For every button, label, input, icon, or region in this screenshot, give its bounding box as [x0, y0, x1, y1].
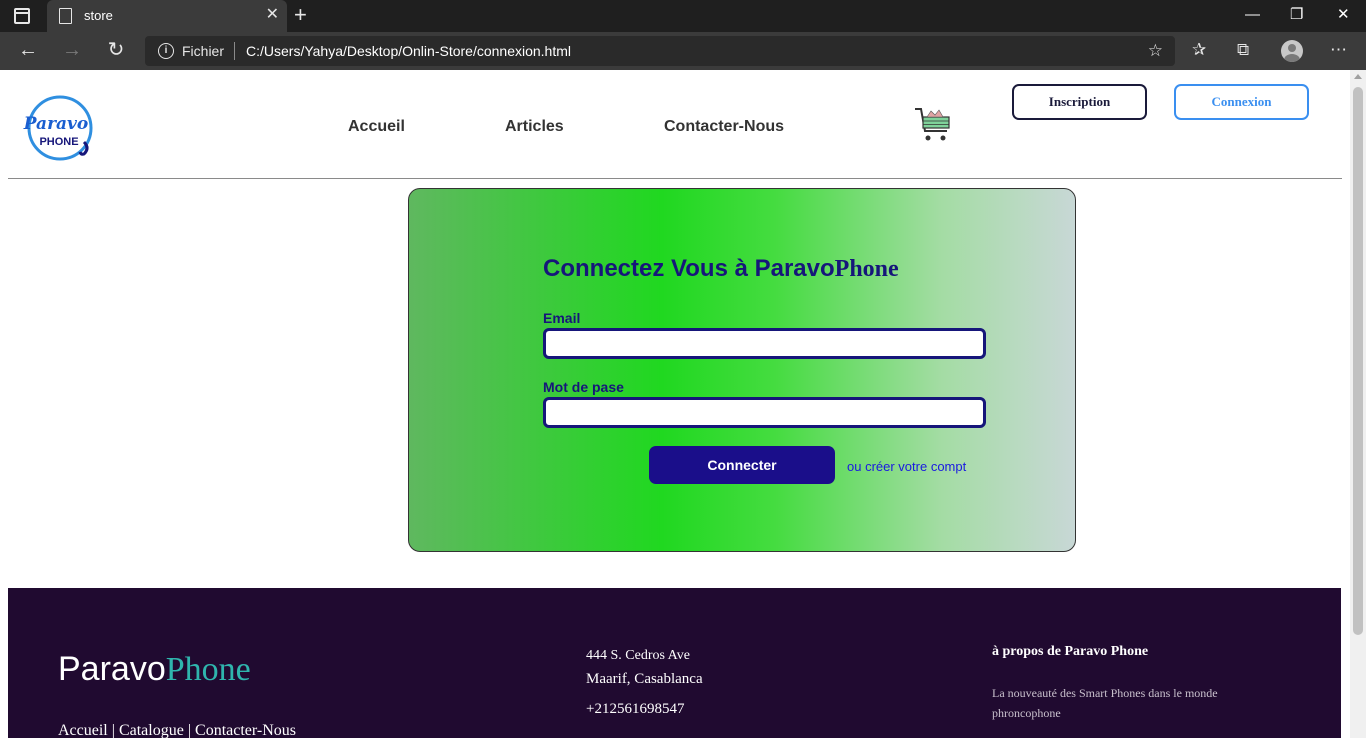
password-label: Mot de pase — [543, 379, 624, 395]
login-title: Connectez Vous à ParavoPhone — [543, 255, 899, 283]
logo-word-paravo: Paravo — [23, 114, 89, 134]
more-icon[interactable]: ⋯ — [1330, 39, 1347, 61]
footer-link-contacter-nous[interactable]: Contacter-Nous — [195, 722, 296, 738]
shopping-cart-icon[interactable] — [913, 105, 953, 145]
site-footer: ParavoPhone Accueil | Catalogue | Contacter-… — [8, 588, 1341, 738]
back-icon[interactable]: ← — [16, 39, 40, 63]
profile-avatar[interactable] — [1281, 40, 1303, 62]
footer-address-line1: 444 S. Cedros Ave — [586, 648, 690, 663]
page-viewport: Paravo PHONE Accueil Articles Contacter-… — [0, 70, 1350, 738]
footer-link-accueil[interactable]: Accueil — [58, 722, 108, 738]
footer-link-separator: | — [187, 722, 192, 738]
email-field[interactable] — [543, 328, 986, 359]
logo-word-phone: PHONE — [39, 136, 78, 148]
password-field[interactable] — [543, 397, 986, 428]
email-label: Email — [543, 310, 581, 326]
connexion-button[interactable]: Connexion — [1174, 84, 1309, 120]
footer-brand-paravo: Paravo — [58, 650, 166, 688]
footer-about-text: La nouveauté des Smart Phones dans le mo… — [992, 686, 1218, 720]
scroll-thumb[interactable] — [1353, 87, 1363, 635]
address-scheme: Fichier — [182, 43, 225, 59]
login-card: Connectez Vous à ParavoPhone Email Mot d… — [408, 188, 1076, 552]
header-divider — [8, 178, 1342, 179]
tab-actions-icon[interactable] — [14, 8, 30, 24]
nav-articles[interactable]: Articles — [505, 118, 564, 136]
footer-address-line2: Maarif, Casablanca — [586, 671, 703, 687]
info-icon[interactable]: i — [158, 43, 174, 59]
address-divider — [234, 42, 235, 60]
nav-contacter-nous[interactable]: Contacter-Nous — [664, 118, 784, 136]
minimize-icon[interactable]: — — [1245, 5, 1260, 25]
favorites-icon[interactable]: ✰ — [1192, 39, 1206, 61]
close-window-icon[interactable]: ✕ — [1337, 5, 1350, 25]
browser-toolbar: ← → ↻ i Fichier C:/Users/Yahya/Desktop/O… — [0, 32, 1366, 70]
new-tab-icon[interactable]: + — [294, 3, 307, 27]
address-url[interactable]: C:/Users/Yahya/Desktop/Onlin-Store/conne… — [246, 43, 571, 59]
add-favorite-icon[interactable]: ☆ — [1148, 41, 1163, 61]
connect-button[interactable]: Connecter — [649, 446, 835, 484]
footer-link-separator: | — [111, 722, 115, 738]
inscription-button[interactable]: Inscription — [1012, 84, 1147, 120]
browser-tab[interactable]: store ✕ — [47, 0, 287, 32]
browser-tab-bar: store ✕ + — ❐ ✕ — [0, 0, 1366, 32]
collections-icon[interactable]: ⧉ — [1237, 39, 1249, 61]
reload-icon[interactable]: ↻ — [104, 39, 128, 63]
forward-icon[interactable]: → — [60, 39, 84, 63]
footer-links: Accueil | Catalogue | Contacter-Nous — [58, 722, 296, 738]
address-bar[interactable]: i Fichier C:/Users/Yahya/Desktop/Onlin-S… — [145, 36, 1175, 66]
paravo-phone-logo[interactable]: Paravo PHONE — [18, 92, 100, 164]
create-account-link[interactable]: ou créer votre compt — [847, 459, 966, 474]
nav-accueil[interactable]: Accueil — [348, 118, 405, 136]
footer-brand: ParavoPhone — [58, 650, 251, 689]
footer-about-title: à propos de Paravo Phone — [992, 644, 1149, 659]
tab-title: store — [84, 8, 113, 23]
footer-brand-phone: Phone — [165, 651, 251, 688]
footer-link-catalogue[interactable]: Catalogue — [119, 722, 184, 738]
login-title-main: Connectez Vous à Paravo — [543, 255, 835, 282]
page-icon — [59, 8, 72, 24]
scroll-up-arrow-icon[interactable] — [1354, 74, 1362, 79]
close-tab-icon[interactable]: ✕ — [266, 6, 279, 24]
login-title-phone: Phone — [834, 256, 899, 282]
restore-icon[interactable]: ❐ — [1290, 5, 1303, 25]
page-scrollbar[interactable] — [1350, 70, 1366, 738]
footer-phone: +212561698547 — [586, 701, 685, 717]
